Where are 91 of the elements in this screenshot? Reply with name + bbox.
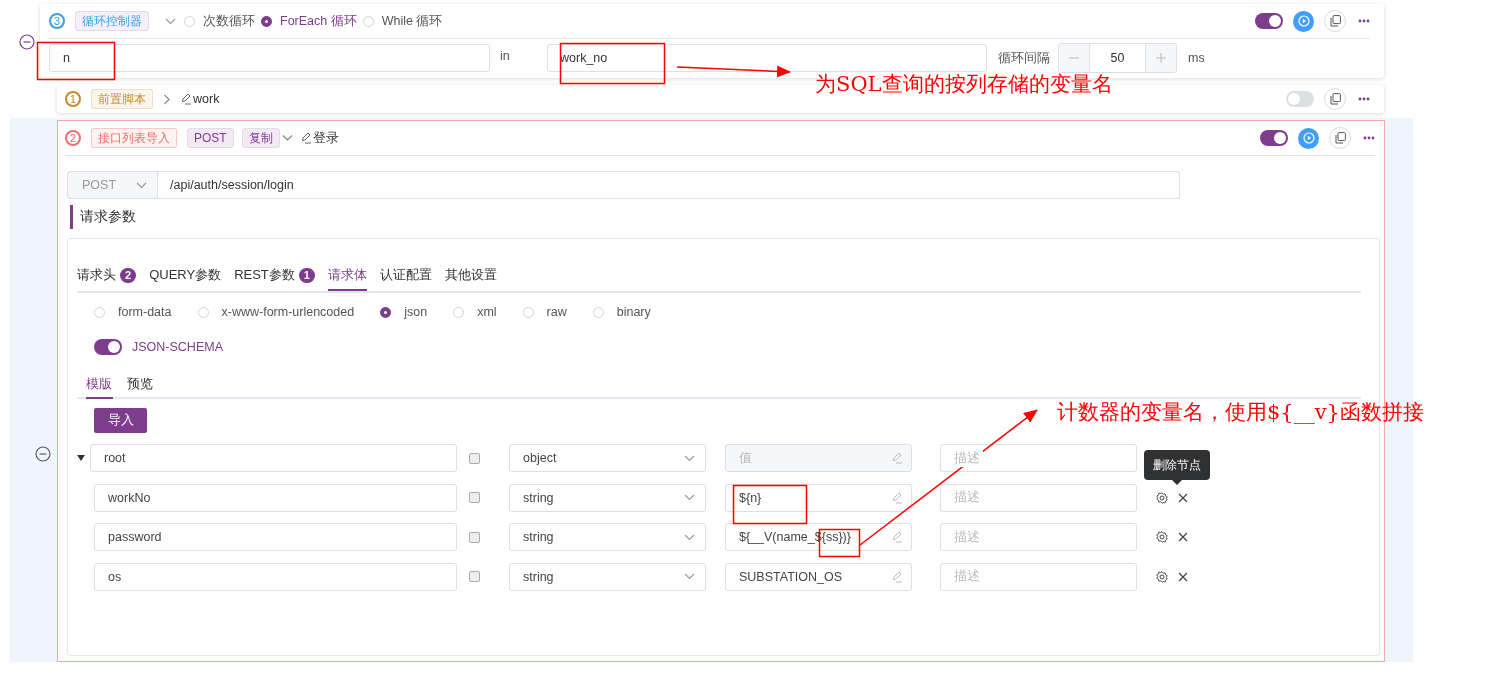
tab[interactable]: 请求头 2 <box>77 261 137 291</box>
loop-type-radio[interactable]: While 循环 <box>362 12 443 30</box>
chevron-down-icon <box>684 454 695 462</box>
close-icon[interactable] <box>1178 571 1188 582</box>
body-type-radio[interactable]: raw <box>522 304 567 320</box>
copy-icon <box>1334 132 1346 144</box>
name-field[interactable]: password <box>94 523 457 551</box>
run-button[interactable] <box>1293 10 1314 32</box>
required-checkbox[interactable] <box>469 571 480 582</box>
settings-icon[interactable] <box>1156 491 1168 504</box>
toggle-switch[interactable] <box>1260 130 1288 146</box>
type-select[interactable]: object <box>509 444 706 472</box>
edit-icon <box>300 132 312 144</box>
close-icon[interactable] <box>1178 532 1188 542</box>
chevron-down-icon <box>684 533 695 541</box>
chevron-down-icon <box>136 181 147 189</box>
edit-icon <box>181 93 192 105</box>
tab[interactable]: QUERY参数 <box>149 261 222 291</box>
step-number: 2 <box>65 130 81 146</box>
step-number: 3 <box>49 13 65 29</box>
body-type-radio[interactable]: form-data <box>94 304 172 320</box>
editor-tab[interactable]: 模版 <box>86 371 113 399</box>
step-name: 登录 <box>312 129 339 147</box>
section-title: 请求参数 <box>70 205 1375 229</box>
chevron-down-icon <box>684 494 695 501</box>
variable-field[interactable]: n <box>49 44 490 72</box>
value-field[interactable]: SUBSTATION_OS <box>725 562 912 591</box>
list-field[interactable]: work_no <box>547 44 987 72</box>
copy-button[interactable] <box>1329 127 1351 149</box>
settings-icon[interactable] <box>1156 570 1168 583</box>
collapse-icon[interactable] <box>35 446 51 462</box>
interval-unit: ms <box>1188 51 1205 65</box>
play-icon <box>1302 132 1315 144</box>
tab[interactable]: 请求体 <box>327 261 367 291</box>
pencil-icon <box>892 452 903 464</box>
loop-type-radio[interactable]: ForEach 循环 <box>261 12 357 30</box>
type-select[interactable]: string <box>509 523 706 551</box>
tab[interactable]: 认证配置 <box>379 261 432 291</box>
caret-icon[interactable] <box>77 455 85 461</box>
required-checkbox[interactable] <box>469 452 480 464</box>
settings-icon[interactable] <box>1156 531 1168 543</box>
chevron-right-icon[interactable] <box>163 93 171 105</box>
step-number: 1 <box>65 91 81 107</box>
import-button[interactable]: 导入 <box>94 408 147 433</box>
name-field[interactable]: workNo <box>94 483 457 512</box>
chevron-down-icon[interactable] <box>281 134 293 142</box>
tab[interactable]: 其他设置 <box>444 261 497 291</box>
close-icon[interactable] <box>1178 492 1188 503</box>
required-checkbox[interactable] <box>469 492 480 503</box>
toggle-switch[interactable] <box>1255 13 1283 29</box>
json-schema-label: JSON-SCHEMA <box>132 340 223 354</box>
step-tag: 前置脚本 <box>91 89 153 109</box>
annotation-text: 计数器的变量名，使用${__v}函数拼接 <box>1057 399 1424 426</box>
copy-button[interactable] <box>1324 10 1346 32</box>
body-type-radio[interactable]: json <box>380 304 428 320</box>
copy-icon <box>1329 15 1341 27</box>
url-field[interactable]: /api/auth/session/login <box>158 171 1180 199</box>
step-tag: 接口列表导入 <box>91 128 177 148</box>
tooltip-arrow <box>1172 479 1182 485</box>
chevron-down-icon <box>165 17 176 25</box>
annotation-text: 为SQL查询的按列存储的变量名 <box>815 71 1113 98</box>
copy-tag: 复制 <box>241 128 280 148</box>
toggle-switch[interactable] <box>1286 91 1314 107</box>
run-button[interactable] <box>1298 127 1319 149</box>
method-tag: POST <box>187 128 234 148</box>
value-field[interactable]: ${n} <box>725 483 912 512</box>
in-label: in <box>499 49 511 63</box>
toggle-switch[interactable] <box>94 339 122 355</box>
type-select[interactable]: string <box>509 562 706 591</box>
pencil-icon <box>892 491 903 504</box>
pencil-icon <box>892 570 903 583</box>
editor-tab[interactable]: 预览 <box>127 371 161 399</box>
type-select[interactable]: string <box>509 483 706 512</box>
copy-button[interactable] <box>1324 88 1346 110</box>
loop-type-radio[interactable]: 次数循环 <box>184 12 255 30</box>
name-field[interactable]: root <box>90 444 457 472</box>
interval-label: 循环间隔 <box>998 49 1050 67</box>
step-tag: 循环控制器 <box>75 11 149 31</box>
collapse-icon[interactable] <box>19 34 35 50</box>
body-type-radio[interactable]: xml <box>453 304 497 320</box>
step-name: work <box>193 92 220 106</box>
body-type-radio[interactable]: x-www-form-urlencoded <box>197 304 355 320</box>
pencil-icon <box>892 531 903 543</box>
chevron-down-icon <box>684 573 695 580</box>
copy-icon <box>1329 93 1341 105</box>
tooltip: 删除节点 <box>1144 449 1210 480</box>
tab[interactable]: REST参数 1 <box>234 261 315 291</box>
play-icon <box>1297 15 1310 27</box>
body-type-radio[interactable]: binary <box>592 304 651 320</box>
required-checkbox[interactable] <box>469 531 480 543</box>
name-field[interactable]: os <box>94 562 457 591</box>
